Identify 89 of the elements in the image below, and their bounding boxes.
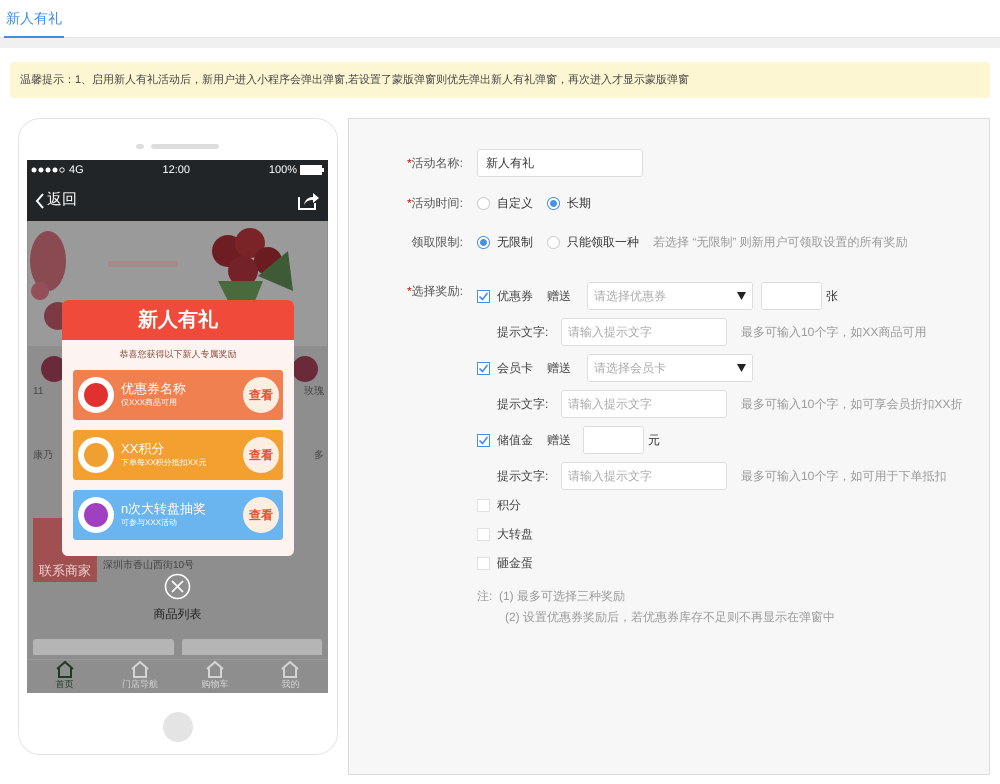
back-button[interactable]: 返回 <box>35 189 77 212</box>
share-icon[interactable] <box>298 192 320 210</box>
amount-input[interactable] <box>583 426 644 454</box>
tab-icon <box>280 660 300 678</box>
field-label: 提示文字: <box>497 468 550 485</box>
tabbar-item[interactable]: 我的 <box>252 660 328 693</box>
product-card[interactable] <box>33 639 174 655</box>
category-label[interactable]: 玫瑰 <box>304 384 324 399</box>
tip-input[interactable]: 请输入提示文字 <box>561 390 727 418</box>
product-card[interactable] <box>182 639 322 655</box>
popup-title: 新人有礼 <box>62 300 294 340</box>
tip-input[interactable]: 请输入提示文字 <box>561 462 727 490</box>
option-label[interactable]: 优惠券 <box>497 287 547 305</box>
notes-label: 注: <box>477 588 494 605</box>
popup-subtitle: 恭喜您获得以下新人专属奖励 <box>118 348 238 361</box>
field-label: 提示文字: <box>497 324 550 341</box>
give-label: 赠送 <box>547 360 572 377</box>
unit-label: 张 <box>826 288 838 305</box>
hint-text: 最多可输入10个字，如可用于下单抵扣 <box>741 468 946 485</box>
checkbox[interactable] <box>477 434 490 446</box>
radio-option[interactable]: 无限制 <box>477 233 533 251</box>
category-label[interactable]: 11 <box>33 384 44 399</box>
note-text: (2) 设置优惠券奖励后，若优惠券库存不足则不再显示在弹窗中 <box>505 609 835 626</box>
view-button[interactable]: 查看 <box>243 496 279 532</box>
tab-icon <box>54 660 75 678</box>
required-mark: * <box>406 156 412 170</box>
reward-desc: 可参与XXX活动 <box>121 516 178 528</box>
checkbox[interactable] <box>477 362 490 374</box>
reward-title: n次大转盘抽奖 <box>121 500 208 516</box>
signal-icon <box>31 167 65 173</box>
tabbar-item[interactable]: 门店导航 <box>102 660 178 693</box>
radio-option[interactable]: 自定义 <box>477 194 533 212</box>
field-label: *选择奖励: <box>406 283 464 300</box>
category-label[interactable]: 多 <box>314 448 324 463</box>
section-title: 商品列表 <box>154 606 202 623</box>
dropdown[interactable]: 请选择优惠券 <box>587 282 753 310</box>
reward-title: XX积分 <box>121 440 166 456</box>
required-mark: * <box>406 284 412 298</box>
radio-button[interactable] <box>547 196 560 210</box>
required-mark: * <box>406 196 412 210</box>
checkbox[interactable] <box>477 290 490 302</box>
hint-text: 最多可输入10个字，如可享会员折扣XX折 <box>741 396 962 413</box>
hint-text: 若选择 “无限制” 则新用户可领取设置的所有奖励 <box>653 234 908 251</box>
home-button[interactable] <box>163 712 193 742</box>
option-label[interactable]: 砸金蛋 <box>497 554 547 572</box>
radio-option[interactable]: 只能领取一种 <box>547 233 639 251</box>
caret-icon <box>737 292 746 300</box>
network-label: 4G <box>69 162 84 178</box>
notice-banner: 温馨提示：1、启用新人有礼活动后，新用户进入小程序会弹出弹窗,若设置了蒙版弹窗则优先弹出新人有礼弹窗，再次进入才显示蒙版弹窗 <box>10 62 990 98</box>
tabbar-item[interactable]: 首页 <box>27 660 102 693</box>
option-label[interactable]: 大转盘 <box>497 525 547 543</box>
option-label[interactable]: 积分 <box>497 496 547 514</box>
caret-icon <box>737 364 746 372</box>
unit-label: 元 <box>648 432 660 449</box>
field-label: 领取限制: <box>410 234 464 251</box>
category-label[interactable]: 康乃 <box>33 448 53 463</box>
view-button[interactable]: 查看 <box>243 436 279 472</box>
reward-title: 优惠券名称 <box>121 380 187 396</box>
tab-icon <box>130 660 150 678</box>
tabbar-item[interactable]: 购物车 <box>178 660 253 693</box>
radio-option[interactable]: 长期 <box>547 194 591 212</box>
dropdown[interactable]: 请选择会员卡 <box>587 354 753 382</box>
radio-button[interactable] <box>477 196 490 210</box>
option-label[interactable]: 储值金 <box>497 431 547 449</box>
field-label: 提示文字: <box>497 396 550 413</box>
option-label[interactable]: 会员卡 <box>497 359 547 377</box>
category-icon <box>292 356 318 382</box>
close-icon[interactable] <box>164 573 191 600</box>
radio-button[interactable] <box>547 236 560 248</box>
reward-desc: 下单每XX积分抵扣XX元 <box>121 456 208 468</box>
address-text: 深圳市香山西街10号 <box>103 558 194 573</box>
field-label: *活动名称: <box>406 155 464 172</box>
field-label: *活动时间: <box>406 195 464 212</box>
chevron-left-icon <box>35 192 45 208</box>
hint-text: 最多可输入10个字，如XX商品可用 <box>741 324 926 341</box>
reward-desc: 仅XXX商品可用 <box>121 396 178 408</box>
give-label: 赠送 <box>547 288 572 305</box>
note-text: (1) 最多可选择三种奖励 <box>499 588 626 605</box>
battery-icon <box>300 165 324 175</box>
tab-icon <box>205 660 226 678</box>
view-button[interactable]: 查看 <box>243 376 279 412</box>
speaker-slot <box>151 144 219 149</box>
give-label: 赠送 <box>547 432 572 449</box>
quantity-input[interactable] <box>761 282 822 310</box>
battery-text: 100% <box>268 162 297 178</box>
name-input[interactable]: 新人有礼 <box>477 149 643 177</box>
radio-button[interactable] <box>477 236 490 248</box>
clock-text: 12:00 <box>162 162 190 178</box>
tip-input[interactable]: 请输入提示文字 <box>561 318 727 346</box>
